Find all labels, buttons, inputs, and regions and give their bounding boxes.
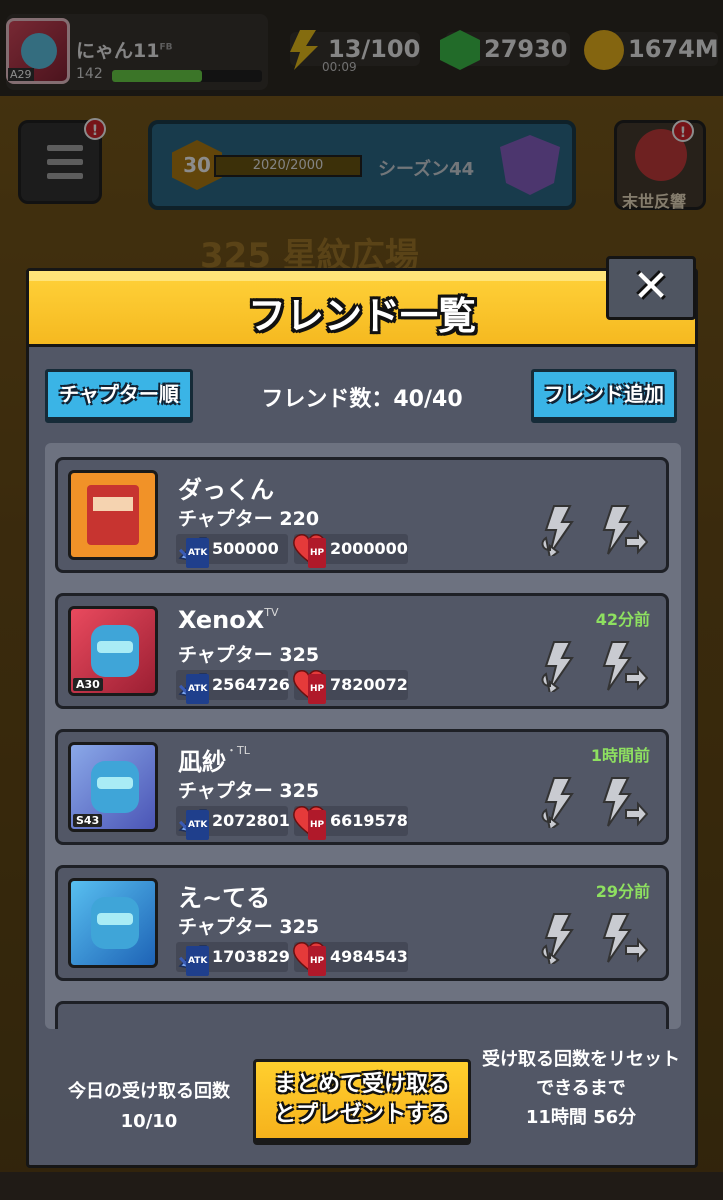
hp-value: 2000000 bbox=[330, 539, 408, 558]
friend-name: XenoXTV bbox=[178, 606, 278, 634]
atk-value: 1703829 bbox=[212, 947, 290, 966]
friend-card[interactable]: A30 XenoXTV チャプター 325 ATK 2564726 HP 7820072 42… bbox=[55, 593, 669, 709]
friend-avatar-tag: S43 bbox=[73, 814, 103, 827]
send-energy-icon[interactable] bbox=[600, 640, 649, 692]
character-icon bbox=[91, 897, 139, 949]
friend-chapter: チャプター 325 bbox=[178, 916, 320, 938]
friend-name-text: 凪紗 bbox=[178, 748, 226, 776]
friend-avatar-tag: A30 bbox=[73, 678, 103, 691]
friend-avatar[interactable] bbox=[68, 878, 158, 968]
friend-chapter: チャプター 325 bbox=[178, 644, 320, 666]
friend-avatar[interactable]: A30 bbox=[68, 606, 158, 696]
reset-line1: 受け取る回数をリセット bbox=[482, 1049, 680, 1070]
friend-card[interactable]: え~てる チャプター 325 ATK 1703829 HP 4984543 29分前 bbox=[55, 865, 669, 981]
friend-name: ダっくん bbox=[178, 470, 274, 505]
friend-avatar[interactable]: S43 bbox=[68, 742, 158, 832]
reset-line2: できるまで bbox=[536, 1078, 626, 1099]
hp-stat: HP 4984543 bbox=[293, 942, 408, 976]
hp-label: HP bbox=[308, 810, 327, 840]
last-login-time: 42分前 bbox=[595, 610, 650, 629]
friend-avatar[interactable] bbox=[68, 470, 158, 560]
friend-chapter: チャプター 325 bbox=[178, 780, 320, 802]
close-button[interactable]: ✕ bbox=[606, 256, 696, 320]
friend-name: 凪紗・TL bbox=[178, 742, 250, 777]
hp-label: HP bbox=[308, 946, 327, 976]
friend-name: え~てる bbox=[178, 878, 270, 913]
reset-timer-info: 受け取る回数をリセット できるまで 11時間 56分 bbox=[465, 1045, 697, 1132]
atk-value: 2072801 bbox=[212, 811, 290, 830]
friend-name-suffix: TV bbox=[264, 606, 279, 619]
hp-value: 6619578 bbox=[330, 811, 408, 830]
collect-button-line1: まとめて受け取る bbox=[273, 1072, 450, 1097]
collect-and-send-all-button[interactable]: まとめて受け取る とプレゼントする bbox=[253, 1059, 471, 1145]
atk-label: ATK bbox=[186, 674, 210, 704]
character-icon bbox=[91, 625, 139, 677]
sort-by-chapter-button[interactable]: チャプター順 bbox=[45, 369, 193, 423]
friend-chapter: チャプター 220 bbox=[178, 508, 320, 530]
friend-card[interactable]: S43 凪紗・TL チャプター 325 ATK 2072801 HP 6619578 1時間前 bbox=[55, 729, 669, 845]
reset-time: 11時間 56分 bbox=[525, 1107, 637, 1128]
hp-value: 4984543 bbox=[330, 947, 408, 966]
hp-stat: HP 7820072 bbox=[293, 670, 408, 704]
send-energy-icon[interactable] bbox=[600, 776, 649, 828]
ninja-character-icon bbox=[87, 485, 139, 545]
hp-value: 7820072 bbox=[330, 675, 408, 694]
friend-name-text: え~てる bbox=[178, 884, 271, 912]
friend-name-suffix: ・TL bbox=[226, 744, 250, 757]
atk-stat: ATK 2072801 bbox=[176, 806, 290, 840]
atk-value: 2564726 bbox=[212, 675, 290, 694]
atk-value: 500000 bbox=[212, 539, 279, 558]
add-friend-button[interactable]: フレンド追加 bbox=[531, 369, 677, 423]
atk-label: ATK bbox=[186, 946, 210, 976]
hp-label: HP bbox=[308, 674, 327, 704]
daily-receive-info: 今日の受け取る回数 10/10 bbox=[49, 1077, 249, 1137]
receive-energy-icon[interactable] bbox=[536, 504, 584, 560]
friend-list[interactable]: ダっくん チャプター 220 ATK 500000 HP 2000000 A30 XenoXT… bbox=[45, 443, 681, 1029]
collect-button-line2: とプレゼントする bbox=[273, 1102, 450, 1127]
last-login-time: 1時間前 bbox=[590, 746, 650, 765]
receive-energy-icon[interactable] bbox=[536, 776, 584, 832]
last-login-time: 29分前 bbox=[595, 882, 650, 901]
atk-stat: ATK 1703829 bbox=[176, 942, 290, 976]
hp-stat: HP 2000000 bbox=[293, 534, 408, 568]
atk-stat: ATK 500000 bbox=[176, 534, 288, 568]
atk-label: ATK bbox=[186, 810, 210, 840]
friend-name-text: XenoX bbox=[178, 606, 265, 634]
hp-label: HP bbox=[308, 538, 327, 568]
receive-energy-icon[interactable] bbox=[536, 912, 584, 968]
atk-stat: ATK 2564726 bbox=[176, 670, 290, 704]
daily-receive-count: 10/10 bbox=[120, 1111, 178, 1132]
modal-header: フレンド一覧 bbox=[29, 271, 695, 347]
character-icon bbox=[91, 761, 139, 813]
atk-label: ATK bbox=[186, 538, 210, 568]
send-energy-icon[interactable] bbox=[600, 504, 649, 556]
send-energy-icon[interactable] bbox=[600, 912, 649, 964]
friend-card-partial[interactable] bbox=[55, 1001, 669, 1029]
receive-energy-icon[interactable] bbox=[536, 640, 584, 696]
friend-count: フレンド数：40/40 bbox=[261, 387, 463, 412]
modal-title: フレンド一覧 bbox=[247, 294, 476, 338]
friend-name-text: ダっくん bbox=[178, 476, 274, 504]
friend-card[interactable]: ダっくん チャプター 220 ATK 500000 HP 2000000 bbox=[55, 457, 669, 573]
hp-stat: HP 6619578 bbox=[293, 806, 408, 840]
friend-list-modal: フレンド一覧 チャプター順 フレンド数：40/40 フレンド追加 ダっくんチャプ… bbox=[26, 268, 698, 1168]
daily-receive-label: 今日の受け取る回数 bbox=[68, 1081, 230, 1102]
